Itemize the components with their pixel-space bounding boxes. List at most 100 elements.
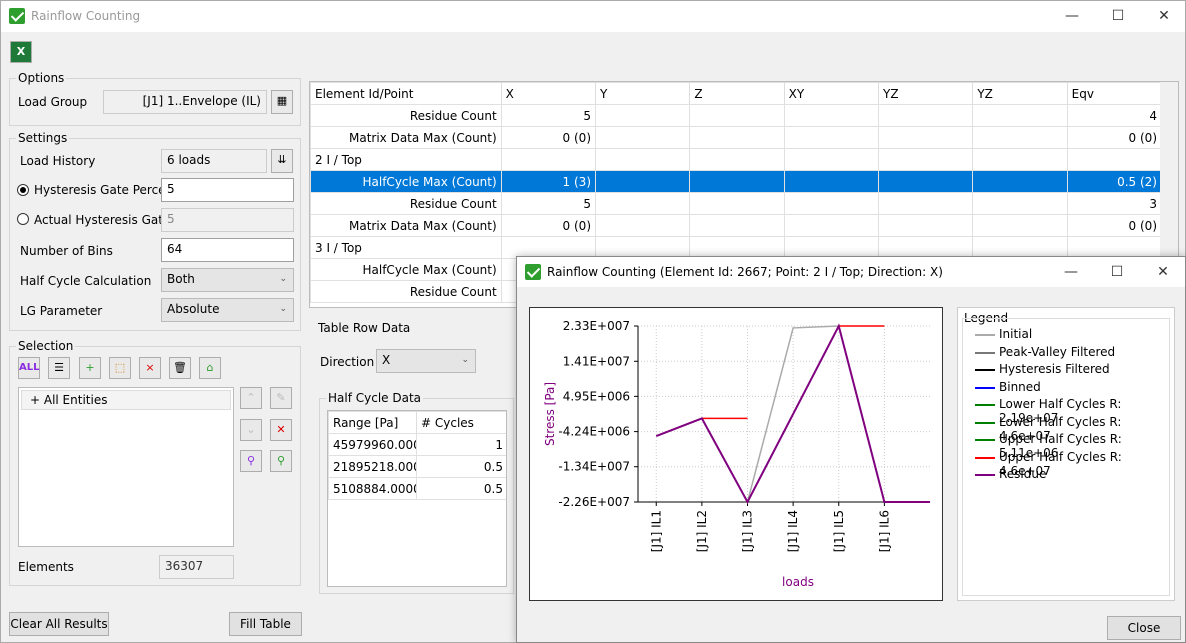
- remove-selection-icon[interactable]: ×: [139, 357, 161, 379]
- grid-header-7[interactable]: Eqv: [1066, 82, 1163, 105]
- actual-hyst-input[interactable]: 5: [161, 208, 294, 232]
- legend-swatch: [975, 439, 995, 441]
- chart-minimize-button[interactable]: —: [1048, 257, 1094, 288]
- half-cycle-grid[interactable]: Range [Pa]# Cycles 45979960.000001218952…: [327, 410, 507, 587]
- table-row[interactable]: Residue Count 5 4: [310, 104, 1163, 127]
- table-row[interactable]: Matrix Data Max (Count) 0 (0) 0 (0): [310, 126, 1163, 149]
- load-history-field[interactable]: 6 loads: [161, 149, 267, 173]
- legend-item: Peak-Valley Filtered: [999, 344, 1116, 359]
- minimize-button[interactable]: —: [1049, 1, 1095, 32]
- x-tick-label: [J1] IL6: [877, 510, 891, 552]
- close-window-button[interactable]: ✕: [1141, 1, 1186, 32]
- load-group-field[interactable]: [J1] 1..Envelope (IL): [103, 90, 267, 114]
- legend-item: Residue: [999, 467, 1047, 481]
- move-up-icon[interactable]: ⌃: [240, 387, 262, 409]
- select-all-icon[interactable]: ALL: [18, 357, 40, 379]
- half-cycle-select[interactable]: Both ⌄: [161, 268, 294, 292]
- cell-value: [689, 148, 785, 171]
- cell-value: 5: [500, 104, 597, 127]
- close-button[interactable]: Close: [1107, 616, 1181, 640]
- grid-header-3[interactable]: Z: [689, 82, 785, 105]
- actual-hyst-radio[interactable]: [17, 213, 29, 225]
- cell-value: 45979960.00000: [328, 433, 417, 456]
- cell-value: 3: [1066, 192, 1163, 215]
- legend-item: Binned: [999, 379, 1041, 394]
- half-cycle-value: Both: [167, 272, 195, 286]
- chevron-down-icon: ⌄: [461, 355, 469, 365]
- fill-table-button[interactable]: Fill Table: [229, 612, 302, 636]
- grid-header-6[interactable]: YZ: [972, 82, 1068, 105]
- row-label: HalfCycle Max (Count): [310, 258, 502, 281]
- load-history-icon[interactable]: ⇊: [271, 149, 293, 173]
- cell-value: 1: [416, 433, 506, 456]
- table-row[interactable]: 21895218.000000.5: [328, 455, 506, 478]
- grid-header-5[interactable]: YZ: [877, 82, 974, 105]
- cell-value: 4: [1066, 104, 1163, 127]
- chart-maximize-button[interactable]: ☐: [1094, 257, 1140, 288]
- cell-value: [689, 192, 785, 215]
- bins-input[interactable]: 64: [161, 238, 294, 262]
- cell-value: 5108884.000000: [328, 477, 417, 500]
- cell-value: [877, 148, 974, 171]
- tree-item-all-entities[interactable]: + All Entities: [21, 390, 231, 410]
- cell-value: [783, 126, 879, 149]
- delete-icon[interactable]: ✕: [270, 419, 292, 441]
- row-label: Residue Count: [310, 280, 502, 303]
- chart-close-window-button[interactable]: ✕: [1140, 257, 1186, 288]
- app-check-icon: [525, 264, 541, 280]
- table-row[interactable]: HalfCycle Max (Count) 1 (3) 0.5 (2): [310, 170, 1163, 193]
- table-row[interactable]: 45979960.000001: [328, 433, 506, 456]
- grid-header-0[interactable]: Element Id/Point: [310, 82, 502, 105]
- half-cycle-table: Range [Pa]# Cycles 45979960.000001218952…: [328, 411, 506, 500]
- lg-param-select[interactable]: Absolute ⌄: [161, 298, 294, 322]
- chart-area: 2.33E+007 1.41E+007 4.95E+006 -4.24E+006 -1.…: [529, 307, 943, 601]
- box-selection-icon[interactable]: ⬚: [109, 357, 131, 379]
- hc-header-1[interactable]: # Cycles: [416, 411, 506, 434]
- add-selection-icon[interactable]: +: [79, 357, 101, 379]
- edit-icon[interactable]: ✎: [270, 387, 292, 409]
- load-group-select-icon[interactable]: ▦: [271, 90, 293, 114]
- table-row[interactable]: 2 I / Top: [310, 148, 1163, 171]
- zoom-fit-icon[interactable]: ⚲: [270, 450, 292, 472]
- cell-value: 0 (0): [1066, 126, 1163, 149]
- load-history-label: Load History: [20, 154, 96, 168]
- cell-value: 0 (0): [500, 126, 597, 149]
- maximize-button[interactable]: ☐: [1095, 1, 1141, 32]
- legend-panel: Legend Initial Peak-Valley Filtered Hyster…: [957, 307, 1175, 601]
- legend-swatch: [975, 474, 995, 476]
- direction-select[interactable]: X ⌄: [376, 349, 476, 373]
- grid-header-2[interactable]: Y: [594, 82, 691, 105]
- chart-title-bar: Rainflow Counting (Element Id: 2667; Poi…: [517, 257, 1185, 287]
- cell-value: [877, 170, 974, 193]
- legend-item: Initial: [999, 327, 1033, 341]
- cell-value: [594, 214, 691, 237]
- cell-value: [877, 192, 974, 215]
- grid-header-4[interactable]: XY: [783, 82, 879, 105]
- lg-param-label: LG Parameter: [20, 304, 103, 318]
- zoom-icon[interactable]: ⚲: [240, 450, 262, 472]
- x-tick-label: [J1] IL5: [832, 510, 846, 552]
- entity-tree[interactable]: + All Entities: [18, 387, 234, 547]
- table-row[interactable]: 5108884.0000000.5: [328, 477, 506, 500]
- legend-swatch: [975, 351, 995, 354]
- save-selection-icon[interactable]: ⌂: [199, 357, 221, 379]
- chart-window: Rainflow Counting (Element Id: 2667; Poi…: [516, 256, 1186, 643]
- clear-all-results-button[interactable]: Clear All Results: [9, 612, 109, 636]
- y-tick-label: -1.34E+007: [558, 460, 630, 474]
- hc-header-0[interactable]: Range [Pa]: [328, 411, 417, 434]
- table-row[interactable]: Matrix Data Max (Count) 0 (0) 0 (0): [310, 214, 1163, 237]
- app-check-icon: [9, 8, 25, 24]
- legend-swatch: [975, 334, 995, 336]
- grid-header-1[interactable]: X: [500, 82, 597, 105]
- hyst-percent-input[interactable]: 5: [161, 178, 294, 202]
- cell-value: [972, 148, 1068, 171]
- select-pointer-icon[interactable]: ☰: [48, 357, 70, 379]
- settings-label: Settings: [16, 131, 70, 145]
- hyst-percent-radio[interactable]: [17, 184, 29, 196]
- trash-icon[interactable]: 🗑: [169, 357, 191, 379]
- cell-value: 5: [500, 192, 597, 215]
- table-row[interactable]: Residue Count 5 3: [310, 192, 1163, 215]
- half-cycle-label: Half Cycle Calculation: [20, 274, 152, 288]
- move-down-icon[interactable]: ⌄: [240, 419, 262, 441]
- excel-export-icon[interactable]: X: [10, 41, 32, 63]
